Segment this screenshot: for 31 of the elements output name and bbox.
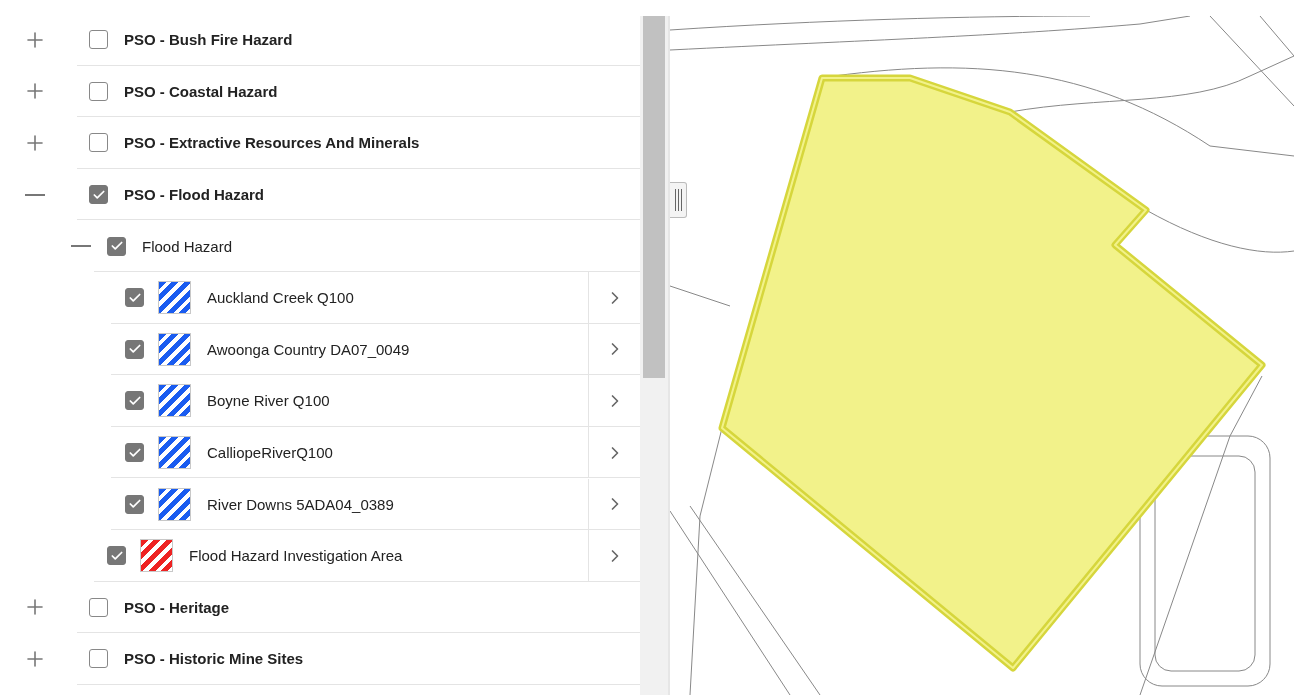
layer-label: Awoonga Country DA07_0049 [207, 340, 410, 358]
layer-label: PSO - Coastal Hazard [124, 82, 278, 100]
scrollbar[interactable] [640, 16, 668, 695]
layer-checkbox[interactable] [107, 546, 126, 566]
layer-checkbox[interactable] [89, 185, 108, 205]
layer-label: PSO - Extractive Resources And Minerals [124, 134, 420, 152]
layer-label: PSO - Bush Fire Hazard [124, 31, 293, 49]
layer-label: River Downs 5ADA04_0389 [207, 495, 394, 513]
layer-label: CalliopeRiverQ100 [207, 444, 333, 462]
layer-checkbox[interactable] [89, 133, 108, 153]
layer-checkbox[interactable] [89, 597, 108, 617]
layer-checkbox[interactable] [89, 81, 108, 101]
layer-label: Boyne River Q100 [207, 392, 330, 410]
layer-checkbox[interactable] [125, 494, 144, 514]
splitter-handle[interactable] [670, 182, 687, 218]
minus-icon [71, 245, 91, 248]
layer-label: Auckland Creek Q100 [207, 289, 354, 307]
layer-checkbox[interactable] [125, 339, 144, 359]
layer-checkbox[interactable] [125, 288, 144, 308]
layer-checkbox[interactable] [89, 649, 108, 669]
layer-checkbox[interactable] [89, 30, 108, 50]
layer-label: PSO - Flood Hazard [124, 186, 264, 204]
scrollbar-thumb[interactable] [643, 16, 665, 378]
layer-label: Flood Hazard Investigation Area [189, 547, 403, 565]
layer-checkbox[interactable] [125, 391, 144, 411]
layer-label: PSO - Heritage [124, 598, 230, 616]
layer-label: PSO - Historic Mine Sites [124, 650, 304, 668]
minus-icon [25, 193, 45, 196]
layer-label: Flood Hazard [142, 237, 233, 255]
layer-checkbox[interactable] [125, 443, 144, 463]
layer-checkbox[interactable] [107, 236, 126, 256]
